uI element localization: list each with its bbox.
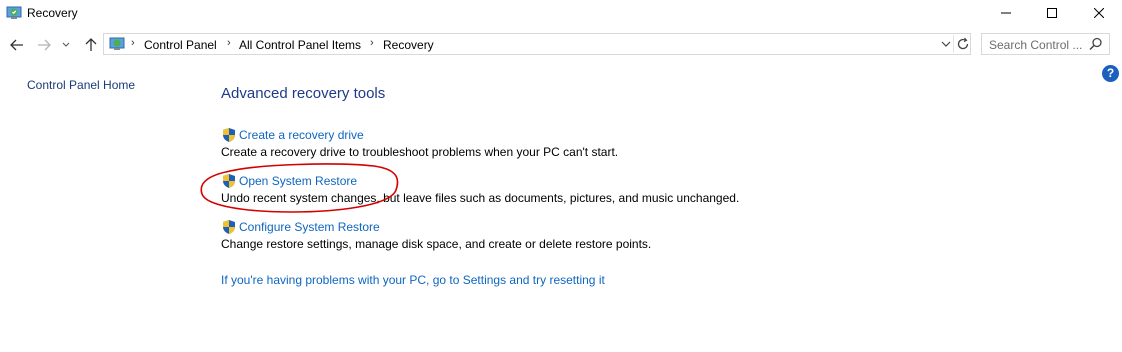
maximize-icon	[1047, 8, 1057, 18]
minimize-button[interactable]	[983, 0, 1029, 26]
reset-pc-link[interactable]: If you're having problems with your PC, …	[221, 273, 605, 287]
create-recovery-drive-link[interactable]: Create a recovery drive	[239, 128, 364, 142]
tool-description: Undo recent system changes, but leave fi…	[221, 191, 740, 205]
address-bar[interactable]: › Control Panel › All Control Panel Item…	[103, 33, 971, 55]
divider	[953, 35, 954, 53]
up-arrow-icon	[85, 38, 97, 51]
window-title: Recovery	[27, 6, 78, 20]
refresh-icon[interactable]	[955, 36, 971, 52]
close-icon	[1094, 8, 1104, 18]
uac-shield-icon	[223, 128, 235, 142]
breadcrumb-recovery[interactable]: Recovery	[383, 38, 434, 52]
tool-description: Change restore settings, manage disk spa…	[221, 237, 652, 251]
breadcrumb-control-panel[interactable]: Control Panel	[144, 38, 217, 52]
forward-button[interactable]	[34, 36, 54, 54]
uac-shield-icon	[223, 174, 235, 188]
page-heading: Advanced recovery tools	[221, 85, 386, 102]
close-button[interactable]	[1076, 0, 1122, 26]
forward-arrow-icon	[38, 39, 51, 51]
title-bar: Recovery	[0, 0, 1122, 26]
chevron-right-icon[interactable]: ›	[370, 37, 374, 49]
search-icon[interactable]	[1089, 37, 1103, 51]
recovery-icon	[6, 6, 22, 19]
configure-system-restore-link[interactable]: Configure System Restore	[239, 220, 380, 234]
recent-locations-button[interactable]	[60, 36, 72, 54]
minimize-icon	[1001, 12, 1011, 14]
up-button[interactable]	[81, 36, 101, 54]
help-button[interactable]: ?	[1102, 65, 1119, 82]
maximize-button[interactable]	[1029, 0, 1075, 26]
chevron-down-icon	[62, 42, 70, 47]
search-input[interactable]: Search Control ...	[981, 33, 1110, 55]
breadcrumb-all-items[interactable]: All Control Panel Items	[239, 38, 361, 52]
back-button[interactable]	[7, 36, 27, 54]
tool-description: Create a recovery drive to troubleshoot …	[221, 145, 619, 159]
control-panel-icon	[109, 37, 125, 50]
uac-shield-icon	[223, 220, 235, 234]
chevron-right-icon[interactable]: ›	[227, 37, 231, 49]
search-placeholder: Search Control ...	[989, 38, 1083, 52]
open-system-restore-link[interactable]: Open System Restore	[239, 174, 357, 188]
chevron-right-icon[interactable]: ›	[131, 37, 135, 49]
address-dropdown-icon[interactable]	[939, 37, 953, 51]
control-panel-home-link[interactable]: Control Panel Home	[27, 78, 135, 92]
back-arrow-icon	[10, 39, 23, 51]
